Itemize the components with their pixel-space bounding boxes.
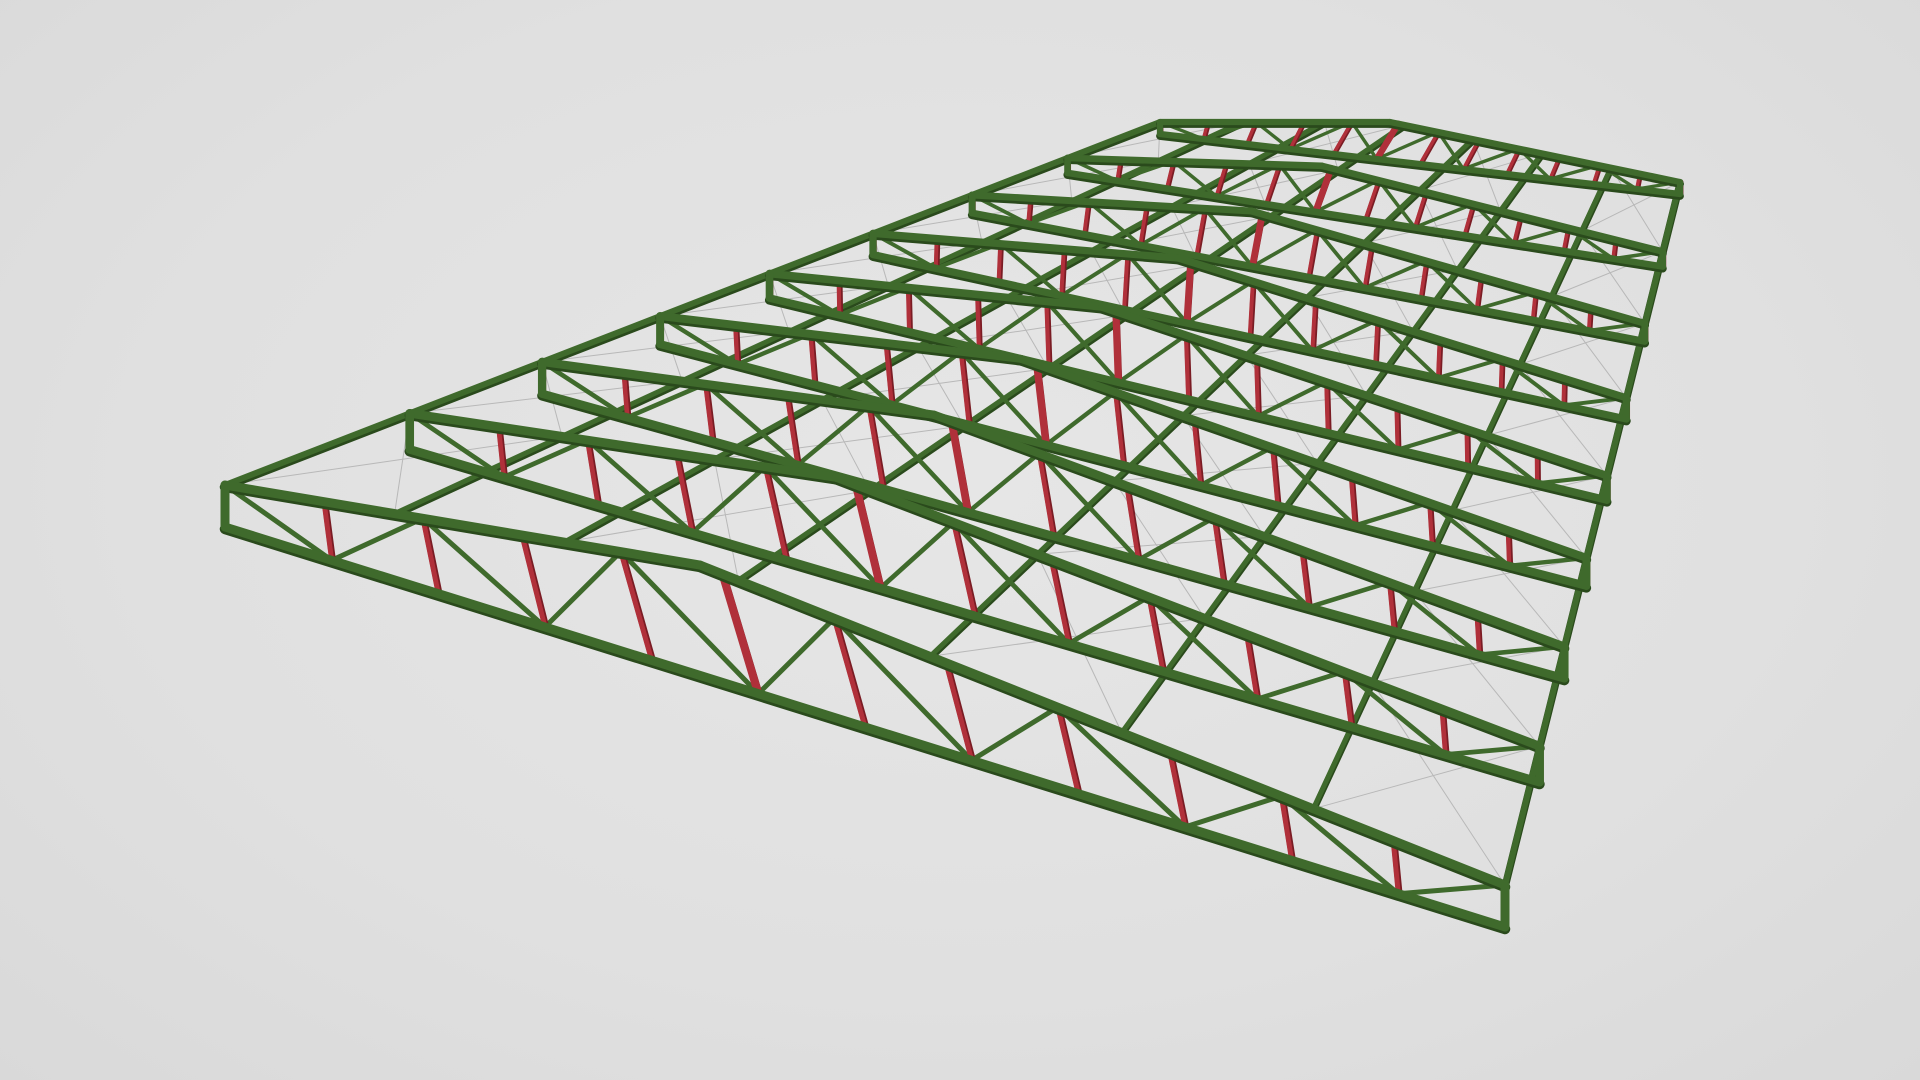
top-chord xyxy=(695,560,1510,890)
truss-post xyxy=(1324,379,1330,435)
truss-post xyxy=(1310,298,1318,353)
truss-post xyxy=(1044,299,1051,368)
truss-post xyxy=(1112,308,1122,386)
truss-post xyxy=(519,532,548,630)
bottom-chord xyxy=(405,445,1544,787)
truss-diagonal xyxy=(1254,669,1347,702)
truss-diagonal xyxy=(689,464,768,535)
truss-diagonal xyxy=(1066,594,1152,646)
truss-diagonal xyxy=(1198,445,1275,488)
truss-diagonal xyxy=(1362,259,1429,290)
truss-diagonal xyxy=(1250,227,1319,269)
3d-viewport[interactable] xyxy=(0,0,1920,1080)
truss-diagonal xyxy=(1116,333,1189,385)
truss-diagonal xyxy=(795,403,871,468)
steel-roof-truss-structure xyxy=(219,118,1684,935)
top-chord xyxy=(1386,118,1684,186)
truss-post xyxy=(1059,246,1066,298)
bracing-cable xyxy=(713,458,739,581)
truss-diagonal xyxy=(1136,515,1217,563)
truss-diagonal xyxy=(969,704,1061,763)
truss-diagonal xyxy=(755,615,837,697)
truss-diagonal xyxy=(329,515,426,563)
truss-diagonal xyxy=(965,451,1042,515)
truss-post xyxy=(1249,210,1266,270)
truss-diagonal xyxy=(878,519,956,591)
truss-diagonal xyxy=(1182,793,1284,830)
truss-diagonal xyxy=(1352,500,1432,528)
truss-diagonal xyxy=(1255,379,1329,419)
truss-diagonal xyxy=(1310,318,1380,353)
truss-post xyxy=(1183,258,1195,327)
truss-diagonal xyxy=(1395,882,1508,897)
truss-post xyxy=(1373,318,1380,367)
truss-post xyxy=(1254,356,1261,419)
roof-trusses xyxy=(219,118,1684,935)
truss-post xyxy=(975,292,981,351)
truss-diagonal xyxy=(1306,579,1392,610)
truss-diagonal xyxy=(542,549,624,630)
truss-diagonal xyxy=(1043,389,1118,448)
truss-post xyxy=(883,340,894,407)
truss-diagonal xyxy=(1184,279,1255,326)
truss-post xyxy=(1183,333,1191,402)
